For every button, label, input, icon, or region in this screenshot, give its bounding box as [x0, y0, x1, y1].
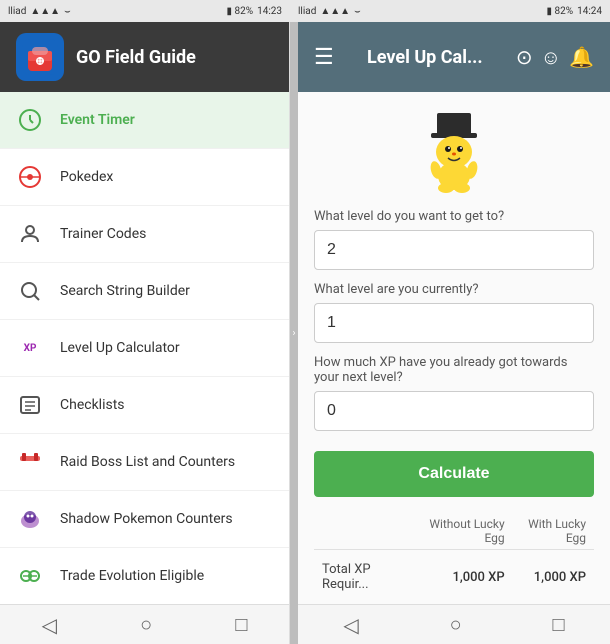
sidebar-items: Event Timer Pokedex Trainer Codes — [0, 92, 289, 604]
col-header-no-lucky-egg: Without Lucky Egg — [417, 513, 513, 550]
recent-button-left[interactable]: □ — [235, 612, 247, 637]
hamburger-menu-icon[interactable]: ☰ — [314, 45, 334, 70]
back-button-left[interactable]: ◁ — [42, 613, 57, 637]
xp-icon: XP — [16, 334, 44, 362]
battery-icon-left: ▮ 82% — [227, 6, 254, 17]
recent-button-right[interactable]: □ — [552, 612, 564, 637]
sidebar-label-raid-boss: Raid Boss List and Counters — [60, 454, 235, 470]
sidebar-item-event-timer[interactable]: Event Timer — [0, 92, 289, 149]
sidebar-label-pokedex: Pokedex — [60, 169, 113, 185]
signal-icon-right: ▲▲▲ — [320, 6, 350, 17]
sidebar-label-search-string-builder: Search String Builder — [60, 283, 190, 299]
current-level-section: What level are you currently? — [314, 282, 594, 343]
sidebar-item-raid-boss[interactable]: Raid Boss List and Counters — [0, 434, 289, 491]
wifi-icon-right: ⌣ — [354, 6, 361, 17]
sidebar-item-shadow-pokemon[interactable]: Shadow Pokemon Counters — [0, 491, 289, 548]
battery-icon-right: ▮ 82% — [547, 6, 574, 17]
bottom-nav-left: ◁ ○ □ — [0, 604, 289, 644]
wifi-icon-left: ⌣ — [64, 6, 71, 17]
sidebar-item-checklists[interactable]: Checklists — [0, 377, 289, 434]
current-level-label: What level are you currently? — [314, 282, 594, 297]
pokeball-icon[interactable]: ⊙ — [516, 45, 533, 69]
shadow-icon — [16, 505, 44, 533]
time-right: 14:24 — [577, 6, 602, 17]
sidebar-header: GO Field Guide — [0, 22, 289, 92]
results-table: Without Lucky Egg With Lucky Egg Total X… — [314, 513, 594, 604]
raid-icon — [16, 448, 44, 476]
app-title: GO Field Guide — [76, 47, 196, 68]
clock-icon — [16, 106, 44, 134]
sidebar-label-event-timer: Event Timer — [60, 112, 135, 128]
target-level-label: What level do you want to get to? — [314, 209, 594, 224]
row-label-total-xp: Total XP Requir... — [314, 550, 417, 605]
time-left: 14:23 — [257, 6, 282, 17]
sidebar-label-checklists: Checklists — [60, 397, 125, 413]
smiley-icon[interactable]: ☺ — [541, 45, 561, 70]
right-panel: ☰ Level Up Cal... ⊙ ☺ 🔔 — [298, 22, 610, 644]
sidebar: GO Field Guide Event Timer Pokedex — [0, 22, 290, 644]
sidebar-label-trade-evolution: Trade Evolution Eligible — [60, 568, 204, 584]
sidebar-item-level-up-calculator[interactable]: XP Level Up Calculator — [0, 320, 289, 377]
calculate-button[interactable]: Calculate — [314, 451, 594, 497]
sidebar-label-trainer-codes: Trainer Codes — [60, 226, 146, 242]
app-logo — [16, 33, 64, 81]
target-level-input[interactable] — [314, 230, 594, 270]
bottom-nav-right: ◁ ○ □ — [298, 604, 610, 644]
target-level-section: What level do you want to get to? — [314, 209, 594, 270]
current-xp-section: How much XP have you already got towards… — [314, 355, 594, 431]
current-xp-input[interactable] — [314, 391, 594, 431]
sidebar-item-trainer-codes[interactable]: Trainer Codes — [0, 206, 289, 263]
checklist-icon — [16, 391, 44, 419]
sidebar-item-trade-evolution[interactable]: Trade Evolution Eligible — [0, 548, 289, 604]
current-level-input[interactable] — [314, 303, 594, 343]
pokedex-icon — [16, 163, 44, 191]
sidebar-label-shadow-pokemon: Shadow Pokemon Counters — [60, 511, 233, 527]
bell-icon[interactable]: 🔔 — [569, 45, 594, 69]
sidebar-item-search-string-builder[interactable]: Search String Builder — [0, 263, 289, 320]
trainer-icon — [16, 220, 44, 248]
home-button-left[interactable]: ○ — [140, 612, 152, 637]
search-icon — [16, 277, 44, 305]
mascot-image — [419, 108, 489, 193]
right-header: ☰ Level Up Cal... ⊙ ☺ 🔔 — [298, 22, 610, 92]
carrier-text-left: lliad — [8, 6, 26, 17]
back-button-right[interactable]: ◁ — [343, 613, 358, 637]
current-xp-label: How much XP have you already got towards… — [314, 355, 594, 385]
trade-icon — [16, 562, 44, 590]
header-icons: ⊙ ☺ 🔔 — [516, 45, 594, 70]
col-header-lucky-egg: With Lucky Egg — [513, 513, 594, 550]
table-row: Total XP Requir... 1,000 XP 1,000 XP — [314, 550, 594, 605]
signal-icon-left: ▲▲▲ — [30, 6, 60, 17]
right-panel-title: Level Up Cal... — [346, 47, 504, 68]
sidebar-label-level-up-calculator: Level Up Calculator — [60, 340, 180, 356]
sidebar-collapse-handle[interactable]: › — [290, 22, 298, 644]
right-content: What level do you want to get to? What l… — [298, 92, 610, 604]
mascot-area — [314, 108, 594, 193]
home-button-right[interactable]: ○ — [450, 612, 462, 637]
row-val1-total-xp: 1,000 XP — [417, 550, 513, 605]
row-val2-total-xp: 1,000 XP — [513, 550, 594, 605]
sidebar-item-pokedex[interactable]: Pokedex — [0, 149, 289, 206]
carrier-text-right: lliad — [298, 6, 316, 17]
